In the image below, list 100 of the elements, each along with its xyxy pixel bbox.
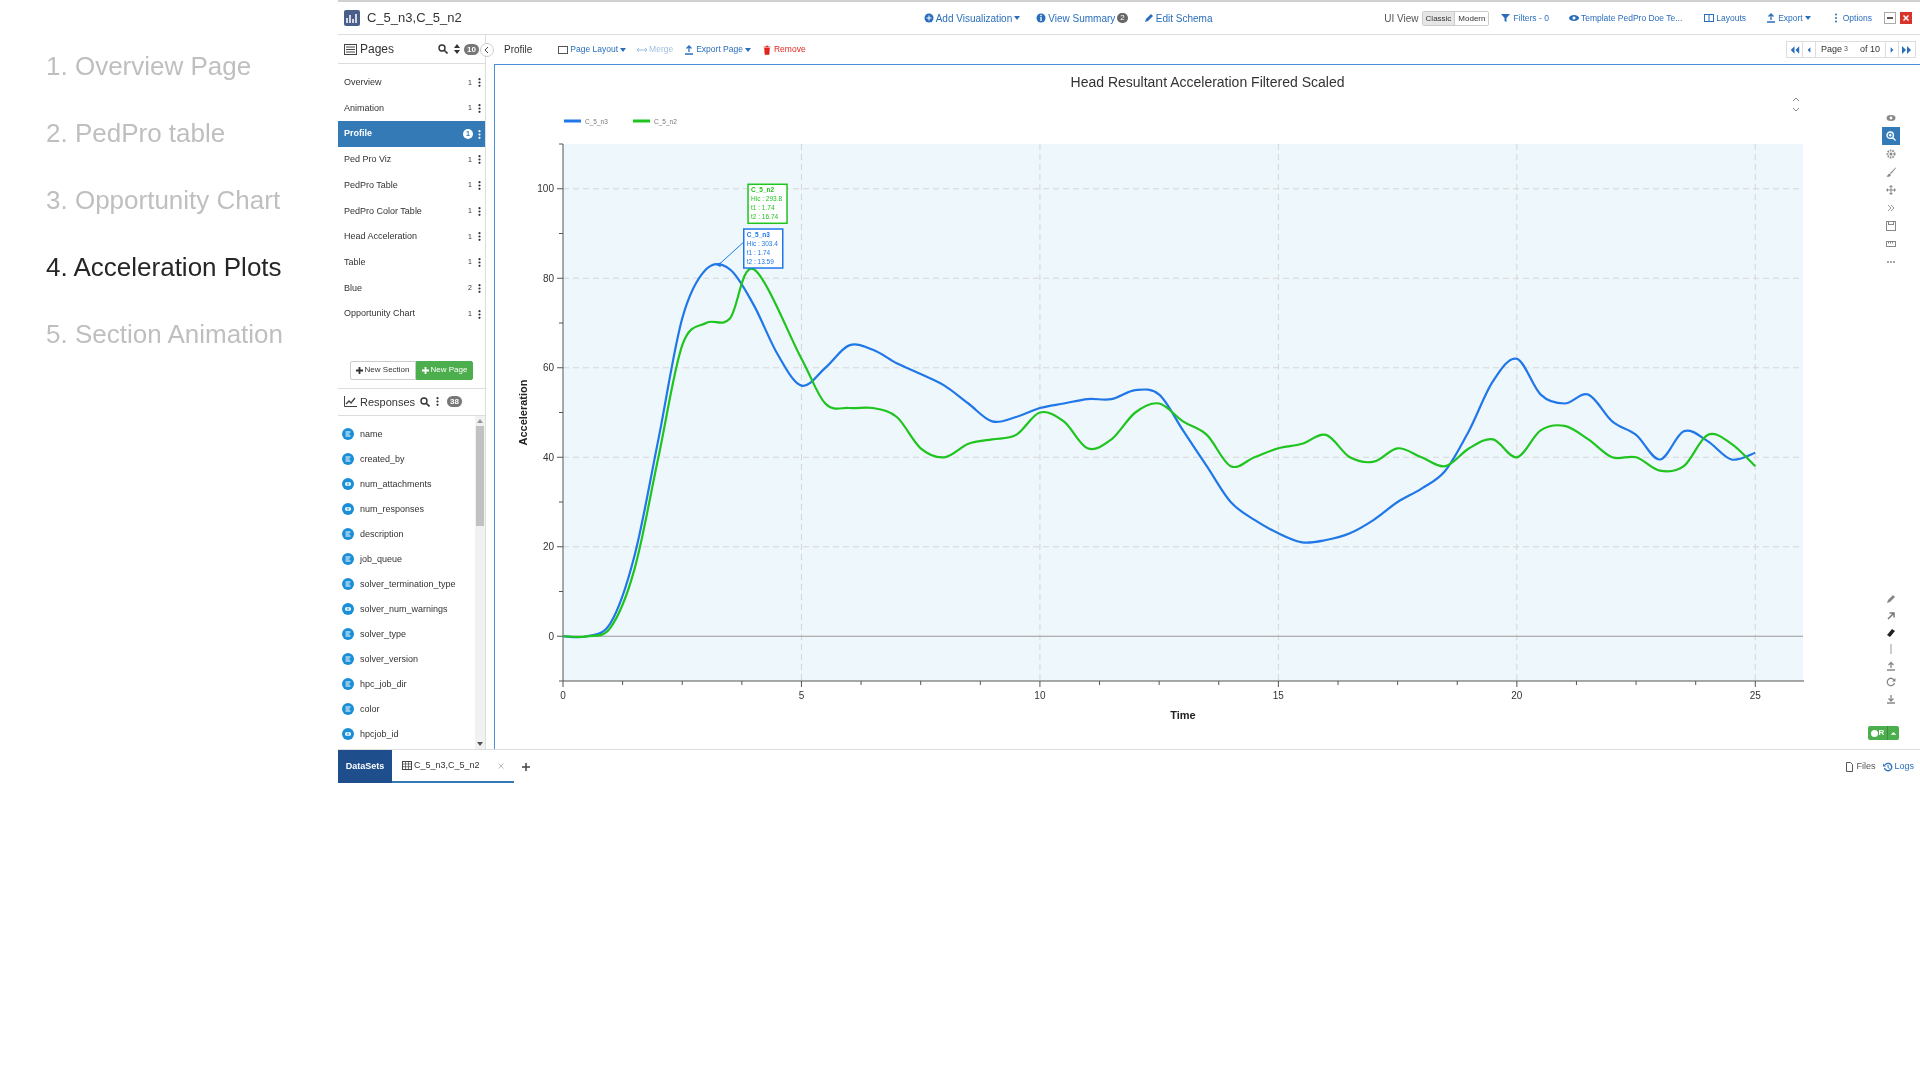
kebab-icon[interactable] [436, 397, 440, 407]
y-tick-label: 60 [542, 362, 554, 374]
app-logo-icon [344, 10, 360, 26]
toolbar-button[interactable]: View Summary 2 [1036, 10, 1128, 26]
caret-icon [620, 47, 627, 52]
panel-title: Pages [360, 41, 395, 58]
kebab-icon[interactable] [478, 232, 481, 242]
toolbar-button[interactable]: Remove [761, 43, 806, 56]
legend-swatch [633, 119, 650, 123]
sort-icon[interactable] [454, 44, 461, 54]
kebab-icon[interactable] [478, 309, 481, 319]
toolbar-button[interactable]: Layouts [1704, 11, 1747, 25]
download-icon[interactable] [1885, 694, 1896, 704]
kebab-icon[interactable] [478, 155, 481, 165]
y-tick-label: 100 [537, 183, 554, 195]
kebab-icon[interactable] [478, 104, 481, 114]
response-item[interactable]: num_responses [338, 496, 475, 522]
pencil-icon [1143, 13, 1154, 23]
file-icon [1845, 761, 1856, 772]
response-item[interactable]: solver_termination_type [338, 571, 475, 597]
plus-icon [355, 366, 363, 374]
response-item[interactable]: description [338, 521, 475, 547]
response-item[interactable]: hpcjob_id [338, 721, 475, 747]
response-item[interactable]: job_queue [338, 546, 475, 572]
kebab-icon[interactable] [478, 181, 481, 191]
sidebar-button[interactable]: New Section [349, 360, 416, 380]
y-tick-label: 40 [542, 451, 554, 463]
view-toggle[interactable]: Modern [1454, 11, 1489, 25]
toolbar-button[interactable]: Add Visualization [923, 10, 1021, 26]
eye-icon[interactable] [1885, 113, 1896, 123]
search-icon[interactable] [438, 44, 449, 54]
kebab-icon[interactable] [478, 258, 481, 268]
ruler-icon[interactable] [1885, 239, 1896, 249]
response-item[interactable]: name [338, 421, 475, 447]
toolbar-button[interactable]: Edit Schema [1143, 10, 1213, 26]
save-icon[interactable] [1885, 221, 1896, 231]
toolbar-button[interactable]: Export [1766, 11, 1811, 25]
dataset-tab[interactable]: C_5_n3,C_5_n2 [392, 750, 514, 783]
text-field-icon [342, 453, 354, 466]
x-axis-title: Time [1170, 709, 1196, 721]
legend-scroll-icon[interactable] [1792, 97, 1800, 112]
refresh-icon[interactable] [1885, 677, 1896, 688]
chart-tool-button[interactable] [1881, 127, 1900, 145]
legend-swatch [564, 119, 581, 123]
response-item[interactable]: color [338, 696, 475, 722]
bottom-link[interactable]: Files [1845, 750, 1876, 783]
toolbar-button[interactable]: Options [1830, 11, 1872, 25]
kebab-icon[interactable] [478, 283, 481, 293]
number-field-icon [342, 603, 354, 616]
x-tick-label: 0 [560, 690, 566, 701]
info-icon [1036, 13, 1047, 23]
response-item[interactable]: solver_version [338, 646, 475, 672]
response-item[interactable]: num_attachments [338, 471, 475, 497]
response-item[interactable]: hpc_job_dir [338, 671, 475, 697]
gear-icon[interactable] [1885, 149, 1896, 159]
minimize-icon[interactable] [1884, 12, 1896, 24]
marker-icon[interactable] [1885, 627, 1896, 638]
count-badge: 2 [1117, 13, 1128, 23]
plus-circle-icon [923, 13, 934, 23]
response-item[interactable]: created_by [338, 446, 475, 472]
brush-icon[interactable] [1885, 167, 1896, 177]
toolbar-button[interactable]: Page Layout [558, 43, 627, 56]
close-tab-icon[interactable] [497, 762, 504, 769]
toolbar-button[interactable]: Template PedPro Doe Te... [1568, 11, 1683, 25]
upload-icon[interactable] [1885, 660, 1896, 671]
response-item[interactable]: solver_num_warnings [338, 596, 475, 622]
view-toggle[interactable]: Classic [1422, 11, 1455, 25]
text-field-icon [342, 578, 354, 591]
add-tab-icon[interactable] [521, 762, 530, 771]
y-tick-label: 80 [542, 272, 554, 284]
scrollbar[interactable] [475, 415, 485, 749]
scroll-up-icon[interactable] [477, 418, 483, 423]
x-tick-label: 5 [798, 690, 805, 701]
toolbar-button[interactable]: Export Page [684, 43, 751, 56]
arrow-icon[interactable] [1885, 610, 1896, 621]
toggle-knob-icon [1870, 729, 1878, 737]
kebab-icon[interactable] [478, 78, 481, 88]
number-field-icon [342, 503, 354, 516]
pages-icon [344, 43, 357, 55]
trash-icon [761, 44, 772, 55]
response-item[interactable]: solver_type [338, 621, 475, 647]
bottom-link[interactable]: Logs [1883, 750, 1914, 783]
scroll-down-icon[interactable] [477, 742, 483, 746]
zoom-icon[interactable] [1885, 131, 1896, 141]
table-icon [402, 761, 412, 770]
outline-item[interactable]: 4. Acceleration Plots [46, 234, 338, 301]
close-icon[interactable] [1900, 12, 1912, 24]
collapse-button-icon[interactable] [480, 43, 494, 57]
text-field-icon [342, 528, 354, 541]
toolbar-button[interactable]: Filters - 0 [1501, 11, 1549, 25]
kebab-icon[interactable] [478, 206, 481, 216]
pencil-icon[interactable] [1885, 593, 1896, 604]
toolbar-button: Merge [637, 43, 674, 56]
double-chevron-icon[interactable] [1885, 203, 1896, 213]
scroll-thumb[interactable] [476, 425, 484, 526]
move-icon[interactable] [1885, 185, 1896, 195]
x-tick-label: 25 [1749, 690, 1761, 701]
text-field-icon [342, 628, 354, 641]
eye-icon [1568, 13, 1579, 23]
search-icon[interactable] [420, 396, 431, 407]
